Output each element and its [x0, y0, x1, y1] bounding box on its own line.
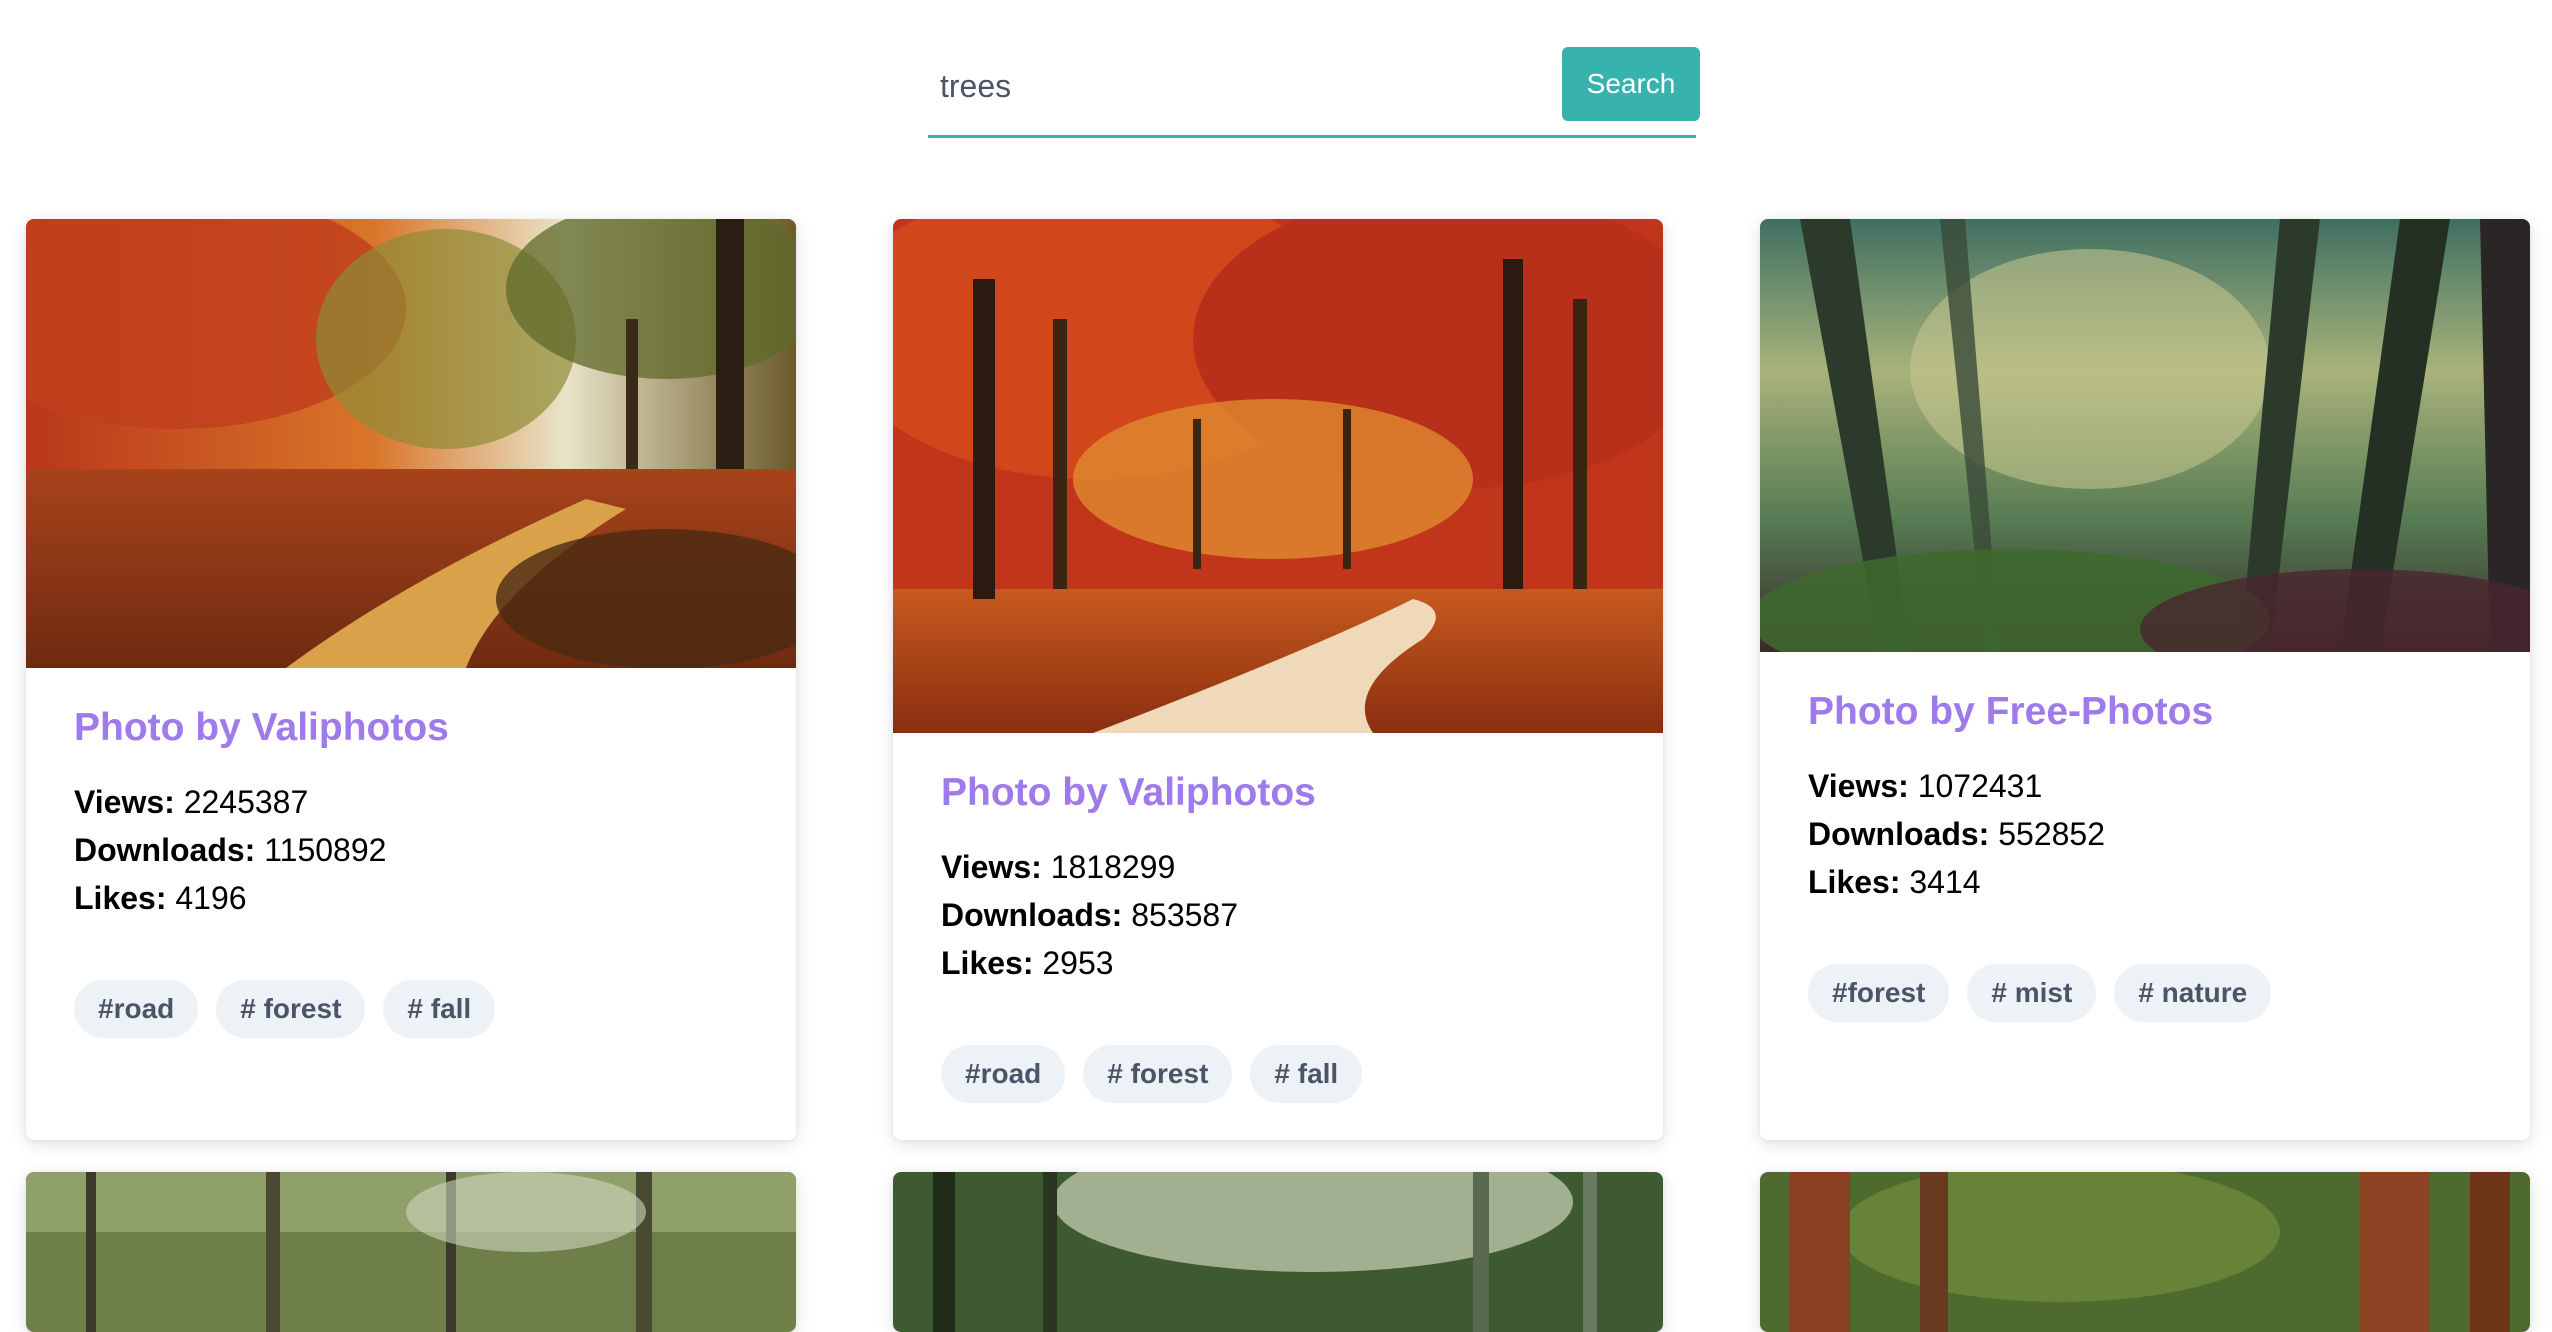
tag[interactable]: # mist [1967, 964, 2097, 1022]
downloads-stat: Downloads: 552852 [1808, 816, 2105, 852]
photo-image[interactable] [1760, 219, 2530, 652]
card-author[interactable]: Photo by Valiphotos [74, 706, 748, 750]
likes-stat: Likes: 3414 [1808, 864, 1981, 900]
photo-image[interactable] [26, 219, 796, 668]
tag[interactable]: #forest [1808, 964, 1950, 1022]
photo-image[interactable] [26, 1172, 796, 1332]
photo-image[interactable] [893, 1172, 1663, 1332]
likes-stat: Likes: 4196 [74, 880, 247, 916]
photo-image[interactable] [1760, 1172, 2530, 1332]
views-stat: Views: 1072431 [1808, 768, 2043, 804]
photo-card[interactable]: Photo by Valiphotos Views: 1818299 Downl… [893, 219, 1663, 1140]
tag-list: #forest # mist # nature [1808, 964, 2482, 1022]
photo-card[interactable] [893, 1172, 1663, 1332]
downloads-stat: Downloads: 853587 [941, 897, 1238, 933]
downloads-stat: Downloads: 1150892 [74, 832, 387, 868]
tag[interactable]: #road [941, 1045, 1066, 1103]
photo-card[interactable] [26, 1172, 796, 1332]
tag[interactable]: #road [74, 980, 199, 1038]
tag[interactable]: # fall [383, 980, 496, 1038]
card-author[interactable]: Photo by Valiphotos [941, 771, 1615, 815]
card-author[interactable]: Photo by Free-Photos [1808, 690, 2482, 734]
search-bar: Search [928, 46, 1700, 138]
tag[interactable]: # fall [1250, 1045, 1363, 1103]
likes-stat: Likes: 2953 [941, 945, 1114, 981]
views-stat: Views: 2245387 [74, 784, 309, 820]
photo-card[interactable] [1760, 1172, 2530, 1332]
tag[interactable]: # forest [216, 980, 366, 1038]
views-stat: Views: 1818299 [941, 849, 1176, 885]
search-button[interactable]: Search [1562, 46, 1700, 121]
tag[interactable]: # nature [2114, 964, 2272, 1022]
search-input[interactable] [928, 51, 1562, 122]
tag-list: #road # forest # fall [941, 1045, 1615, 1103]
tag[interactable]: # forest [1083, 1045, 1233, 1103]
photo-card[interactable]: Photo by Free-Photos Views: 1072431 Down… [1760, 219, 2530, 1140]
photo-card[interactable]: Photo by Valiphotos Views: 2245387 Downl… [26, 219, 796, 1140]
tag-list: #road # forest # fall [74, 980, 748, 1038]
photo-image[interactable] [893, 219, 1663, 733]
